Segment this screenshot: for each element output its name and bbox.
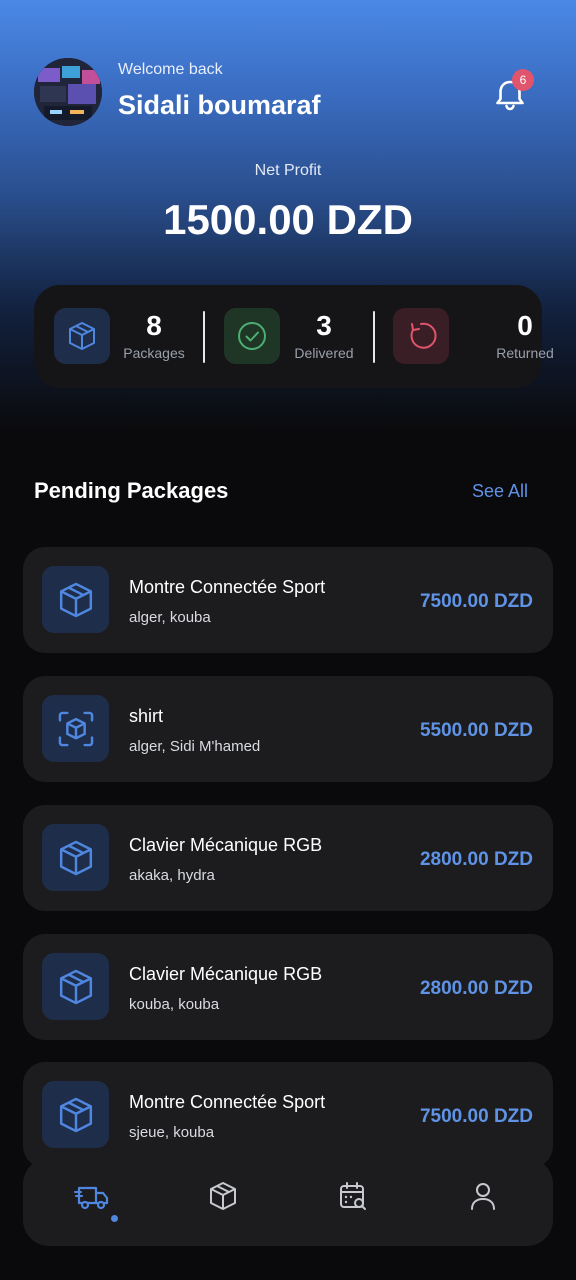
package-location: sjeue, kouba xyxy=(129,1124,215,1141)
delivery-truck-icon xyxy=(74,1186,109,1210)
calendar-search-icon xyxy=(340,1182,366,1210)
package-name: Montre Connectée Sport xyxy=(129,577,326,597)
stat-returned[interactable]: 0 Returned xyxy=(393,308,554,366)
package-price: 2800.00 DZD xyxy=(419,978,533,999)
package-icon xyxy=(42,953,109,1020)
notification-badge: 6 xyxy=(512,69,534,91)
stat-packages-value: 8 xyxy=(146,310,162,341)
stat-divider xyxy=(203,311,205,363)
see-all-link[interactable]: See All xyxy=(472,481,528,502)
package-card[interactable]: Clavier Mécanique RGB akaka, hydra 2800.… xyxy=(23,805,553,911)
package-price: 5500.00 DZD xyxy=(419,720,533,741)
welcome-text: Welcome back xyxy=(118,61,223,78)
nav-calendar[interactable] xyxy=(333,1176,373,1216)
package-location: alger, Sidi M'hamed xyxy=(129,738,261,755)
package-card[interactable]: Montre Connectée Sport sjeue, kouba 7500… xyxy=(23,1062,553,1168)
bottom-navigation xyxy=(23,1158,553,1246)
package-icon xyxy=(42,1081,109,1148)
net-profit-value: 1500.00 DZD xyxy=(163,196,413,243)
check-circle-icon xyxy=(224,308,280,364)
package-icon xyxy=(54,308,110,364)
package-price: 7500.00 DZD xyxy=(419,1106,533,1127)
package-name: shirt xyxy=(129,706,164,726)
stat-divider xyxy=(373,311,375,363)
package-icon xyxy=(42,824,109,891)
package-location: alger, kouba xyxy=(129,609,211,626)
net-profit-label: Net Profit xyxy=(254,162,322,179)
nav-packages[interactable] xyxy=(203,1176,243,1216)
package-card[interactable]: Montre Connectée Sport alger, kouba 7500… xyxy=(23,547,553,653)
nav-profile[interactable] xyxy=(463,1176,503,1216)
avatar-image xyxy=(34,58,102,126)
package-scan-icon xyxy=(42,695,109,762)
avatar[interactable] xyxy=(34,58,102,126)
package-name: Clavier Mécanique RGB xyxy=(129,964,323,984)
stat-delivered-label: Delivered xyxy=(294,345,354,361)
stat-returned-value: 0 xyxy=(517,310,533,341)
package-location: kouba, kouba xyxy=(129,996,220,1013)
package-name: Montre Connectée Sport xyxy=(129,1092,326,1112)
user-name: Sidali boumaraf xyxy=(118,90,321,120)
package-location: akaka, hydra xyxy=(129,867,215,884)
package-icon xyxy=(42,566,109,633)
package-icon xyxy=(210,1182,236,1210)
package-name: Clavier Mécanique RGB xyxy=(129,835,323,855)
package-card[interactable]: shirt alger, Sidi M'hamed 5500.00 DZD xyxy=(23,676,553,782)
package-card[interactable]: Clavier Mécanique RGB kouba, kouba 2800.… xyxy=(23,934,553,1040)
package-price: 2800.00 DZD xyxy=(419,849,533,870)
stat-returned-label: Returned xyxy=(496,345,554,361)
active-indicator xyxy=(111,1215,118,1222)
return-icon xyxy=(393,308,449,364)
user-icon xyxy=(471,1183,495,1210)
stat-delivered[interactable]: 3 Delivered xyxy=(224,308,364,366)
stat-packages-label: Packages xyxy=(123,345,185,361)
stats-card: 8 Packages 3 Delivered 0 Returned xyxy=(34,285,554,388)
stat-delivered-value: 3 xyxy=(316,310,332,341)
package-price: 7500.00 DZD xyxy=(419,591,533,612)
pending-packages-title: Pending Packages xyxy=(34,478,229,503)
stat-packages[interactable]: 8 Packages xyxy=(54,308,194,366)
nav-delivery[interactable] xyxy=(73,1176,113,1216)
